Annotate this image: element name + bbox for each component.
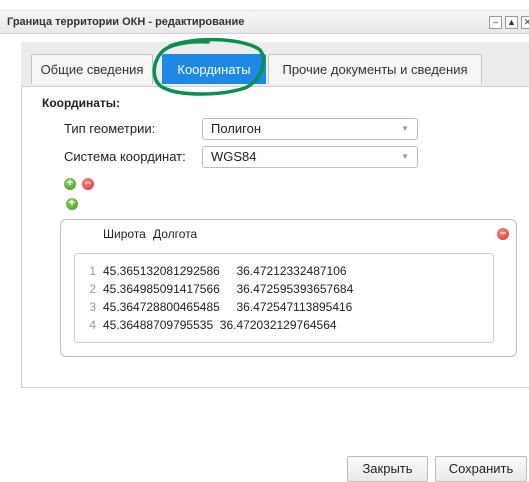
crs-value: WGS84: [211, 149, 257, 164]
window-titlebar: Граница территории ОКН - редактирование …: [0, 10, 529, 34]
tab-other-documents[interactable]: Прочие документы и сведения: [268, 54, 482, 84]
geometry-type-value: Полигон: [211, 121, 262, 136]
longitude-header: Долгота: [153, 227, 198, 241]
tab-general-info[interactable]: Общие сведения: [31, 54, 153, 84]
line-number: 4: [89, 318, 96, 332]
close-button[interactable]: Закрыть: [347, 456, 428, 482]
line-number: 3: [89, 300, 96, 314]
minimize-button[interactable]: –: [489, 16, 502, 29]
add-geometry-icon[interactable]: +: [64, 178, 76, 190]
coordinates-section-label: Координаты:: [42, 96, 121, 110]
geometry-type-label: Тип геометрии:: [64, 121, 156, 136]
crs-select[interactable]: WGS84 ▼: [202, 146, 418, 168]
maximize-button[interactable]: ▲: [505, 16, 518, 29]
tab-coordinates[interactable]: Координаты: [162, 54, 266, 84]
add-contour-icon[interactable]: +: [66, 198, 78, 210]
line-number: 1: [89, 264, 96, 278]
chevron-down-icon: ▼: [401, 152, 409, 161]
close-window-button[interactable]: ✕: [521, 16, 529, 29]
remove-contour-icon[interactable]: –: [497, 228, 509, 240]
chevron-down-icon: ▼: [401, 124, 409, 133]
geometry-type-select[interactable]: Полигон ▼: [202, 118, 418, 140]
coordinate-row[interactable]: 45.365132081292586 36.47212332487106: [103, 264, 347, 278]
coordinate-row[interactable]: 45.364728800465485 36.472547113895416: [103, 300, 352, 314]
coordinate-row[interactable]: 45.364985091417566 36.472595393657684: [103, 282, 353, 296]
window-title: Граница территории ОКН - редактирование: [7, 16, 245, 28]
save-button[interactable]: Сохранить: [435, 456, 527, 482]
line-number: 2: [89, 282, 96, 296]
crs-label: Система координат:: [64, 149, 186, 164]
remove-geometry-icon[interactable]: –: [82, 178, 94, 190]
latitude-header: Широта: [103, 227, 146, 241]
coordinate-row[interactable]: 45.36488709795535 36.472032129764564: [103, 318, 337, 332]
